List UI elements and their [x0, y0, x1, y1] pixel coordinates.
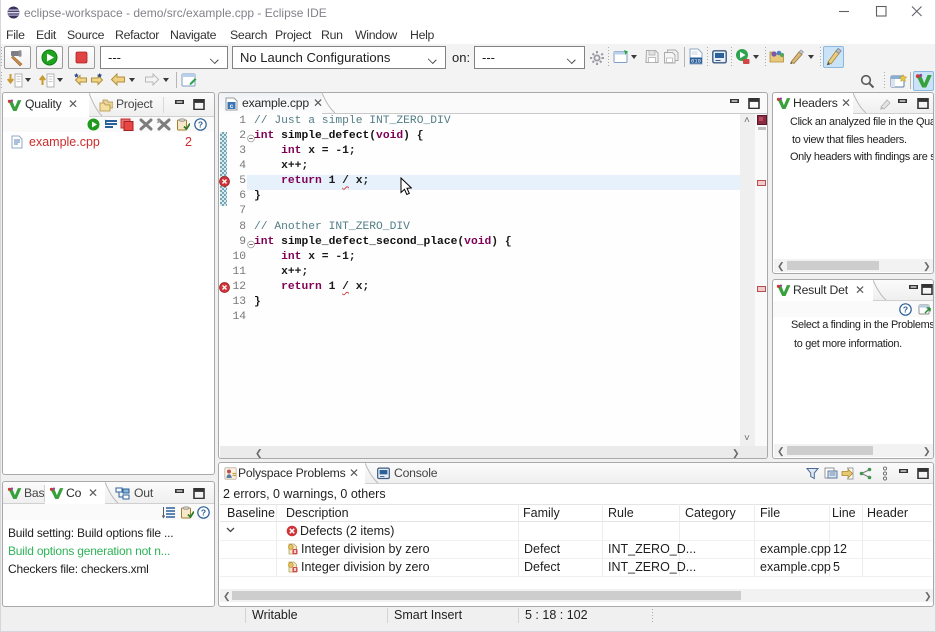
svg-text:?: ?	[201, 508, 206, 518]
svg-text:c: c	[230, 103, 234, 110]
svg-text:?: ?	[198, 120, 203, 130]
svg-text:010: 010	[691, 57, 701, 64]
svg-text:?: ?	[903, 305, 908, 315]
